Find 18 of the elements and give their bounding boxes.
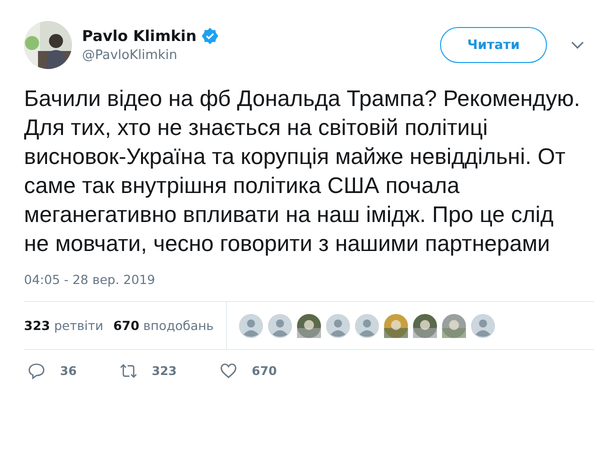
- action-count: 36: [60, 364, 77, 378]
- action-count: 323: [152, 364, 177, 378]
- action-count: 670: [252, 364, 277, 378]
- stat-count[interactable]: 670 вподобань: [113, 318, 214, 333]
- chevron-down-icon[interactable]: [571, 41, 584, 49]
- default-avatar-icon[interactable]: [326, 314, 350, 338]
- reply-icon[interactable]: [27, 362, 46, 380]
- default-avatar-icon[interactable]: [238, 314, 263, 338]
- tweet-text: Бачили відео на фб Дональда Трампа? Рекомендую. Для тих, хто не знається на світовій політиці висновок-Україна та корупція майже невіддільні. От саме так внутрішня політика США почала меганегативно впливати на наш імідж. Про це слід не мовчати, чесно говорити з нашими партнерами: [24, 85, 582, 258]
- retweet-icon[interactable]: [118, 362, 138, 380]
- default-avatar-icon[interactable]: [354, 314, 379, 338]
- stat-count[interactable]: 323 ретвіти: [24, 318, 104, 333]
- author-handle[interactable]: @PavloKlimkin: [82, 48, 440, 63]
- default-avatar-icon[interactable]: [470, 314, 495, 338]
- heart-icon[interactable]: [218, 362, 238, 380]
- default-avatar-icon[interactable]: [268, 314, 292, 338]
- author-name[interactable]: Pavlo Klimkin: [82, 27, 196, 45]
- timestamp[interactable]: 04:05 - 28 вер. 2019: [24, 272, 156, 287]
